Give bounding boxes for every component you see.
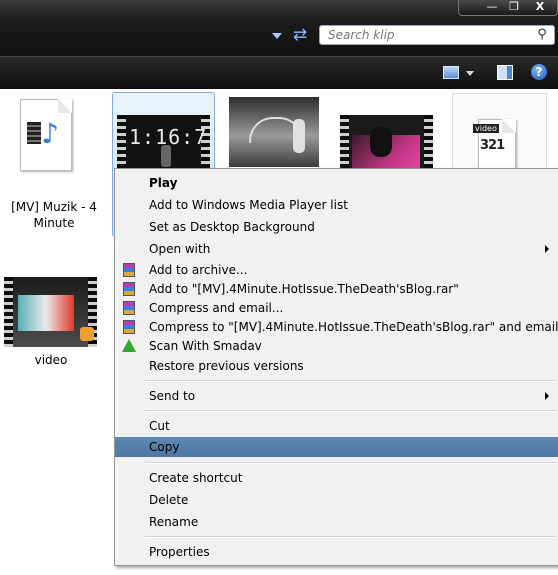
media-player-classic-icon: video 321 — [473, 119, 516, 169]
address-dropdown-chevron-icon[interactable] — [272, 33, 282, 39]
menu-item-restore-previous-versions[interactable]: Restore previous versions — [117, 356, 557, 376]
menu-item-send-to[interactable]: Send to — [117, 386, 557, 406]
window-controls: — ❐ X — [458, 0, 558, 16]
menu-item-cut[interactable]: Cut — [117, 416, 557, 436]
file-type-badge: video — [473, 124, 499, 133]
menu-item-add-to-archive[interactable]: Add to archive... — [117, 260, 557, 280]
menu-separator — [145, 462, 557, 464]
winrar-icon — [123, 301, 135, 315]
menu-item-add-to-wmp-list[interactable]: Add to Windows Media Player list — [117, 195, 557, 215]
search-input[interactable] — [320, 26, 538, 44]
maximize-button[interactable]: ❐ — [503, 0, 525, 15]
video-thumbnail: 1:16:7 — [117, 115, 210, 171]
file-item[interactable]: video 321 — [452, 93, 547, 173]
submenu-arrow-icon — [545, 392, 549, 400]
file-name: [MV] Muzik - 4 Minute — [11, 200, 97, 230]
menu-item-compress-and-email[interactable]: Compress and email... — [117, 298, 557, 318]
help-icon[interactable]: ? — [531, 64, 547, 80]
file-item[interactable]: video — [4, 277, 98, 367]
search-box[interactable]: ⚲ — [319, 25, 555, 45]
refresh-icon[interactable]: ⇄ — [290, 26, 310, 44]
preview-pane-icon[interactable] — [497, 65, 513, 80]
context-menu: Play Add to Windows Media Player list Se… — [114, 168, 558, 566]
winrar-icon — [123, 282, 135, 296]
file-item[interactable]: ♪ [MV] Muzik - 4 Minute — [6, 99, 102, 230]
menu-item-delete[interactable]: Delete — [117, 490, 557, 510]
menu-separator — [145, 410, 557, 412]
winrar-icon — [123, 263, 135, 277]
menu-separator — [145, 536, 557, 538]
menu-item-copy[interactable]: Copy — [115, 437, 558, 457]
menu-item-open-with[interactable]: Open with — [117, 239, 557, 259]
menu-item-add-to-rar[interactable]: Add to "[MV].4Minute.HotIssue.TheDeath's… — [117, 279, 557, 299]
file-item[interactable] — [229, 97, 321, 167]
menu-item-set-desktop-background[interactable]: Set as Desktop Background — [117, 217, 557, 237]
file-type-digits: 321 — [480, 138, 505, 153]
menu-item-compress-to-rar-and-email[interactable]: Compress to "[MV].4Minute.HotIssue.TheDe… — [117, 317, 558, 337]
file-item[interactable] — [340, 115, 434, 175]
video-thumbnail — [340, 115, 433, 175]
close-button[interactable]: X — [525, 0, 555, 15]
search-icon[interactable]: ⚲ — [534, 27, 550, 43]
video-thumbnail — [229, 97, 319, 167]
change-view-icon[interactable] — [443, 66, 459, 79]
menu-separator — [145, 380, 557, 382]
minimize-button[interactable]: — — [481, 0, 503, 15]
menu-item-scan-with-smadav[interactable]: Scan With Smadav — [117, 336, 557, 356]
view-options-dropdown-icon[interactable] — [466, 71, 474, 76]
menu-item-play[interactable]: Play — [117, 173, 557, 193]
video-play-overlay-icon — [80, 327, 94, 341]
command-bar: ? — [0, 56, 558, 89]
menu-item-properties[interactable]: Properties — [117, 542, 557, 562]
winrar-icon — [123, 320, 135, 334]
audio-file-icon: ♪ — [20, 99, 72, 171]
title-bar: — ❐ X ⇄ ⚲ — [0, 0, 558, 56]
menu-item-rename[interactable]: Rename — [117, 512, 557, 532]
file-name: video — [34, 353, 68, 367]
smadav-icon — [122, 339, 136, 352]
menu-item-create-shortcut[interactable]: Create shortcut — [117, 468, 557, 488]
submenu-arrow-icon — [545, 245, 549, 253]
video-thumbnail — [4, 277, 97, 347]
